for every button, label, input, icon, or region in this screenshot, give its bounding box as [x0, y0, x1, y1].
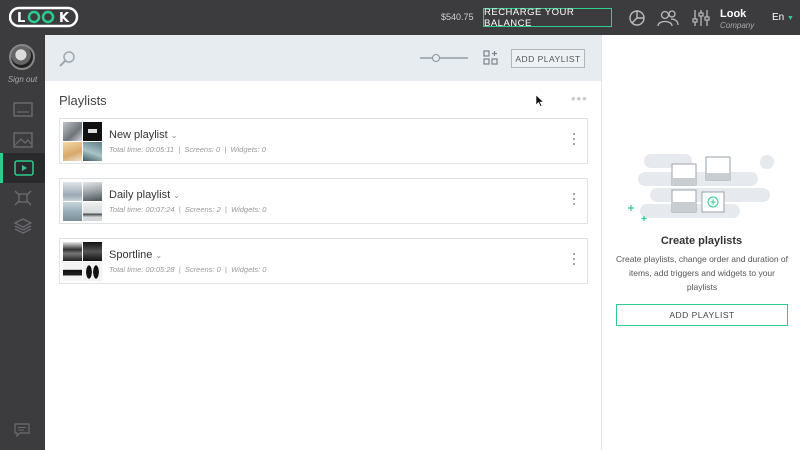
playlist-name[interactable]: Daily playlist ⌄ [109, 189, 180, 201]
playlist-thumbnails [63, 122, 102, 161]
playlists-panel: Playlists ••• New playlist ⌄ Total time: … [45, 81, 601, 450]
layers-icon [13, 218, 32, 234]
mouse-cursor-icon [536, 95, 544, 107]
users-icon[interactable] [657, 9, 679, 27]
slider-handle[interactable] [432, 54, 440, 62]
look-logo-icon: L K [9, 6, 79, 28]
chat-icon[interactable] [14, 423, 30, 437]
avatar[interactable] [9, 44, 35, 70]
toolbar: ADD PLAYLIST [45, 35, 601, 81]
thumbnail [83, 182, 102, 201]
playlist-name[interactable]: New playlist ⌄ [109, 129, 177, 141]
total-time: Total time: 00:05:28 [109, 265, 175, 274]
widgets-icon [14, 190, 31, 206]
thumbnail [63, 262, 82, 281]
thumbnail [63, 202, 82, 221]
page-title: Playlists [59, 93, 107, 108]
playlist-thumbnails [63, 182, 102, 221]
thumbnail [63, 242, 82, 261]
playlist-illustration-icon [628, 154, 774, 221]
playlist-card[interactable]: Sportline ⌄ Total time: 00:05:28 | Screen… [59, 238, 588, 284]
thumbnail [83, 242, 102, 261]
widgets-count: Widgets: 0 [231, 265, 267, 274]
sliders-icon[interactable] [692, 9, 710, 27]
playlist-name[interactable]: Sportline ⌄ [109, 249, 162, 261]
playlist-meta: Total time: 00:05:28 | Screens: 0 | Widg… [109, 265, 267, 274]
screens-count: Screens: 0 [184, 265, 221, 274]
playlist-name-text: Daily playlist [109, 189, 171, 201]
thumbnail [63, 122, 82, 141]
svg-text:K: K [59, 11, 70, 26]
chevron-down-icon[interactable]: ⌄ [173, 191, 180, 200]
more-options-icon[interactable]: ••• [571, 91, 588, 106]
chevron-down-icon[interactable]: ⌄ [155, 251, 162, 260]
pie-chart-icon[interactable] [628, 9, 646, 27]
sign-out-link[interactable]: Sign out [0, 75, 45, 84]
playlist-name-text: New playlist [109, 129, 168, 141]
top-bar: L K $540.75 RECHARGE YOUR BALANCE Look C… [0, 0, 800, 35]
thumbnail [83, 202, 102, 221]
playlist-card[interactable]: New playlist ⌄ Total time: 00:05:11 | Scr… [59, 118, 588, 164]
user-menu[interactable]: Look Company [720, 8, 754, 30]
create-playlists-description: Create playlists, change order and durat… [616, 254, 788, 292]
thumbnail [63, 142, 82, 161]
user-company: Company [720, 21, 755, 30]
thumbnail [83, 122, 102, 141]
thumbnail [63, 182, 82, 201]
playlist-meta: Total time: 00:07:24 | Screens: 2 | Widg… [109, 205, 267, 214]
playlist-thumbnails [63, 242, 102, 281]
total-time: Total time: 00:07:24 [109, 205, 175, 214]
language-label: En [772, 12, 785, 23]
grid-add-icon[interactable] [483, 50, 499, 66]
chevron-down-icon[interactable]: ⌄ [171, 131, 178, 140]
playlist-name-text: Sportline [109, 249, 153, 261]
zoom-slider[interactable] [420, 54, 468, 62]
thumbnail [83, 142, 102, 161]
screens-count: Screens: 2 [184, 205, 221, 214]
kebab-menu-icon[interactable] [572, 253, 576, 268]
kebab-menu-icon[interactable] [572, 193, 576, 208]
chevron-down-icon: ▼ [787, 15, 794, 22]
screens-count: Screens: 0 [184, 145, 221, 154]
create-playlists-panel: Create playlists Create playlists, chang… [601, 35, 800, 450]
widgets-count: Widgets: 0 [230, 145, 266, 154]
sidebar-item-playlists[interactable] [0, 153, 45, 183]
playlist-icon [14, 160, 34, 176]
screen-icon [12, 102, 33, 117]
user-name: Look [720, 8, 747, 20]
sidebar-item-widgets[interactable] [0, 183, 45, 213]
image-icon [12, 132, 33, 148]
thumbnail [83, 262, 102, 281]
sidebar-item-screens[interactable] [0, 95, 45, 125]
language-selector[interactable]: En ▼ [772, 12, 794, 23]
sidebar: Sign out [0, 35, 45, 450]
create-playlists-title: Create playlists [660, 235, 743, 247]
balance-amount: $540.75 [441, 12, 474, 22]
sidebar-item-media[interactable] [0, 125, 45, 155]
total-time: Total time: 00:05:11 [109, 145, 175, 154]
recharge-balance-button[interactable]: RECHARGE YOUR BALANCE [483, 7, 612, 29]
playlist-meta: Total time: 00:05:11 | Screens: 0 | Widg… [109, 145, 266, 154]
logo[interactable]: L K [9, 6, 79, 28]
playlist-card[interactable]: Daily playlist ⌄ Total time: 00:07:24 | S… [59, 178, 588, 224]
svg-text:L: L [17, 11, 25, 26]
widgets-count: Widgets: 0 [231, 205, 267, 214]
kebab-menu-icon[interactable] [572, 133, 576, 148]
add-playlist-button[interactable]: ADD PLAYLIST [511, 49, 585, 68]
search-icon[interactable] [58, 50, 76, 68]
add-playlist-button-secondary[interactable]: ADD PLAYLIST [616, 304, 788, 326]
sidebar-item-layers[interactable] [0, 211, 45, 241]
